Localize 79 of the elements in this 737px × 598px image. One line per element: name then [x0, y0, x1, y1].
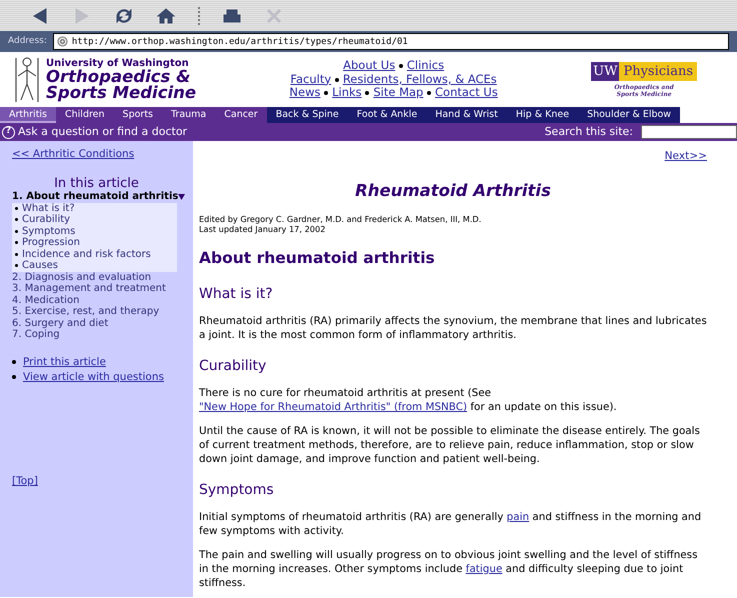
- home-icon[interactable]: [156, 6, 176, 24]
- section-heading: About rheumatoid arthritis: [199, 248, 436, 269]
- nav-tab[interactable]: Hand & Wrist: [426, 107, 507, 123]
- bullet-icon: [15, 264, 18, 268]
- toc-heading: In this article: [53, 176, 140, 191]
- inline-link[interactable]: fatigue: [466, 562, 502, 575]
- top-link[interactable]: [Top]: [12, 474, 38, 490]
- nav-tab[interactable]: Trauma: [162, 107, 216, 123]
- nav-tab[interactable]: Shoulder & Elbow: [578, 107, 680, 123]
- nav-tab[interactable]: Arthritis: [0, 107, 56, 123]
- subsection-heading: What is it?: [199, 284, 274, 304]
- toc-link[interactable]: 2. Diagnosis and evaluation: [12, 272, 152, 284]
- action-link[interactable]: Print this article: [23, 354, 106, 370]
- search-field[interactable]: [641, 125, 737, 139]
- header-link[interactable]: Site Map: [373, 85, 424, 100]
- toc-sublink[interactable]: Incidence and risk factors: [22, 248, 151, 260]
- toc-sublink[interactable]: Progression: [22, 237, 80, 249]
- bullet-icon: [15, 206, 18, 210]
- back-link[interactable]: << Arthritic Conditions: [12, 148, 134, 160]
- subsection-heading: Curability: [199, 356, 268, 376]
- nav-tab[interactable]: Sports: [114, 107, 162, 123]
- printer-icon[interactable]: [222, 6, 242, 24]
- logo-mark: UW: [591, 62, 620, 80]
- header-link[interactable]: Clinics: [406, 58, 444, 72]
- toc-sublink[interactable]: Causes: [22, 260, 58, 272]
- header-link[interactable]: About Us: [343, 58, 396, 72]
- search-label: Search this site:: [544, 124, 633, 140]
- toc-sublink[interactable]: Curability: [22, 214, 70, 226]
- toc-link[interactable]: 3. Management and treatment: [12, 283, 166, 295]
- logo-text: Sports Medicine: [46, 85, 196, 102]
- nav-tab[interactable]: Cancer: [215, 107, 267, 123]
- nav-tab[interactable]: Foot & Ankle: [348, 107, 426, 123]
- toc-link[interactable]: 5. Exercise, rest, and therapy: [12, 306, 160, 318]
- inline-link[interactable]: pain: [506, 510, 530, 523]
- bullet-icon: [334, 78, 339, 82]
- address-field[interactable]: http://www.orthop.washington.edu/arthritis/types/rheumatoid/01: [52, 33, 729, 50]
- paragraph: Rheumatoid arthritis (RA) primarily affects the synovium, the membrane that lines and lubricates a joint. It is the most common form of inflammatory arthritis.: [199, 314, 707, 342]
- paragraph: Initial symptoms of rheumatoid arthritis (RA) are generally pain and stiffness in the morning and few symptoms with activity.: [199, 510, 702, 538]
- bullet-icon: [15, 241, 18, 244]
- ask-link[interactable]: Ask a question or find a doctor: [18, 124, 188, 140]
- logo-text: Orthopaedics &: [46, 68, 192, 85]
- reload-icon[interactable]: [114, 6, 134, 24]
- bullet-icon: [398, 64, 403, 68]
- nav-tab[interactable]: Hip & Knee: [506, 107, 578, 123]
- bullet-icon: [12, 375, 16, 380]
- bullet-icon: [12, 360, 16, 364]
- bullet-icon: [15, 218, 18, 222]
- toc-sublink[interactable]: Symptoms: [22, 226, 76, 238]
- next-link[interactable]: Next>>: [664, 150, 707, 162]
- toc-link[interactable]: 1. About rheumatoid arthritis: [12, 191, 178, 203]
- toc-sublink[interactable]: What is it?: [22, 202, 75, 214]
- nav-tab[interactable]: Children: [56, 107, 114, 123]
- toc-link[interactable]: 7. Coping: [12, 329, 60, 341]
- header-link[interactable]: Links: [332, 85, 362, 100]
- byline: Edited by Gregory C. Gardner, M.D. and Frederick A. Matsen, III, M.D.: [199, 214, 482, 224]
- globe-icon: [56, 36, 68, 47]
- logo-name: Physicians: [619, 62, 697, 80]
- paragraph: There is no cure for rheumatoid arthritis at present (See "New Hope for Rheumatoid Arthritis" (from MSNBC) for an update on this issue).: [199, 386, 618, 414]
- article-title: Rheumatoid Arthritis: [354, 180, 552, 202]
- toc-link[interactable]: 6. Surgery and diet: [12, 318, 108, 330]
- paragraph: The pain and swelling will usually progress on to obvious joint swelling and the level of stiffness in the morning increases. Other symptoms include fatigue and difficulty sleeping due to joint stiffness.: [199, 548, 699, 590]
- header-link[interactable]: News: [289, 85, 320, 100]
- bullet-icon: [427, 91, 431, 96]
- paragraph: Until the cause of RA is known, it will not be possible to eliminate the disease entirely. The goals of current treatment methods, therefore, are to relieve pain, reduce inflammation, stop or slow down joint damage, and improve function and patient well-being.: [199, 424, 701, 466]
- subsection-heading: Symptoms: [199, 480, 275, 500]
- bullet-icon: [15, 252, 18, 256]
- inline-link[interactable]: "New Hope for Rheumatoid Arthritis" (from MSNBC): [199, 400, 468, 413]
- logo-text: University of Washington: [46, 58, 190, 68]
- header-link[interactable]: Faculty: [290, 72, 332, 86]
- update-date: Last updated January 17, 2002: [199, 224, 326, 235]
- nav-tab[interactable]: Back & Spine: [266, 107, 348, 123]
- header-link[interactable]: Contact Us: [435, 85, 498, 100]
- bullet-icon: [365, 91, 370, 96]
- bullet-icon: [15, 230, 18, 233]
- header-link[interactable]: Residents, Fellows, & ACEs: [342, 72, 497, 86]
- toc-link[interactable]: 4. Medication: [12, 294, 80, 306]
- bullet-icon: [324, 91, 328, 96]
- action-link[interactable]: View article with questions: [23, 370, 164, 386]
- address-label: Address:: [8, 34, 47, 48]
